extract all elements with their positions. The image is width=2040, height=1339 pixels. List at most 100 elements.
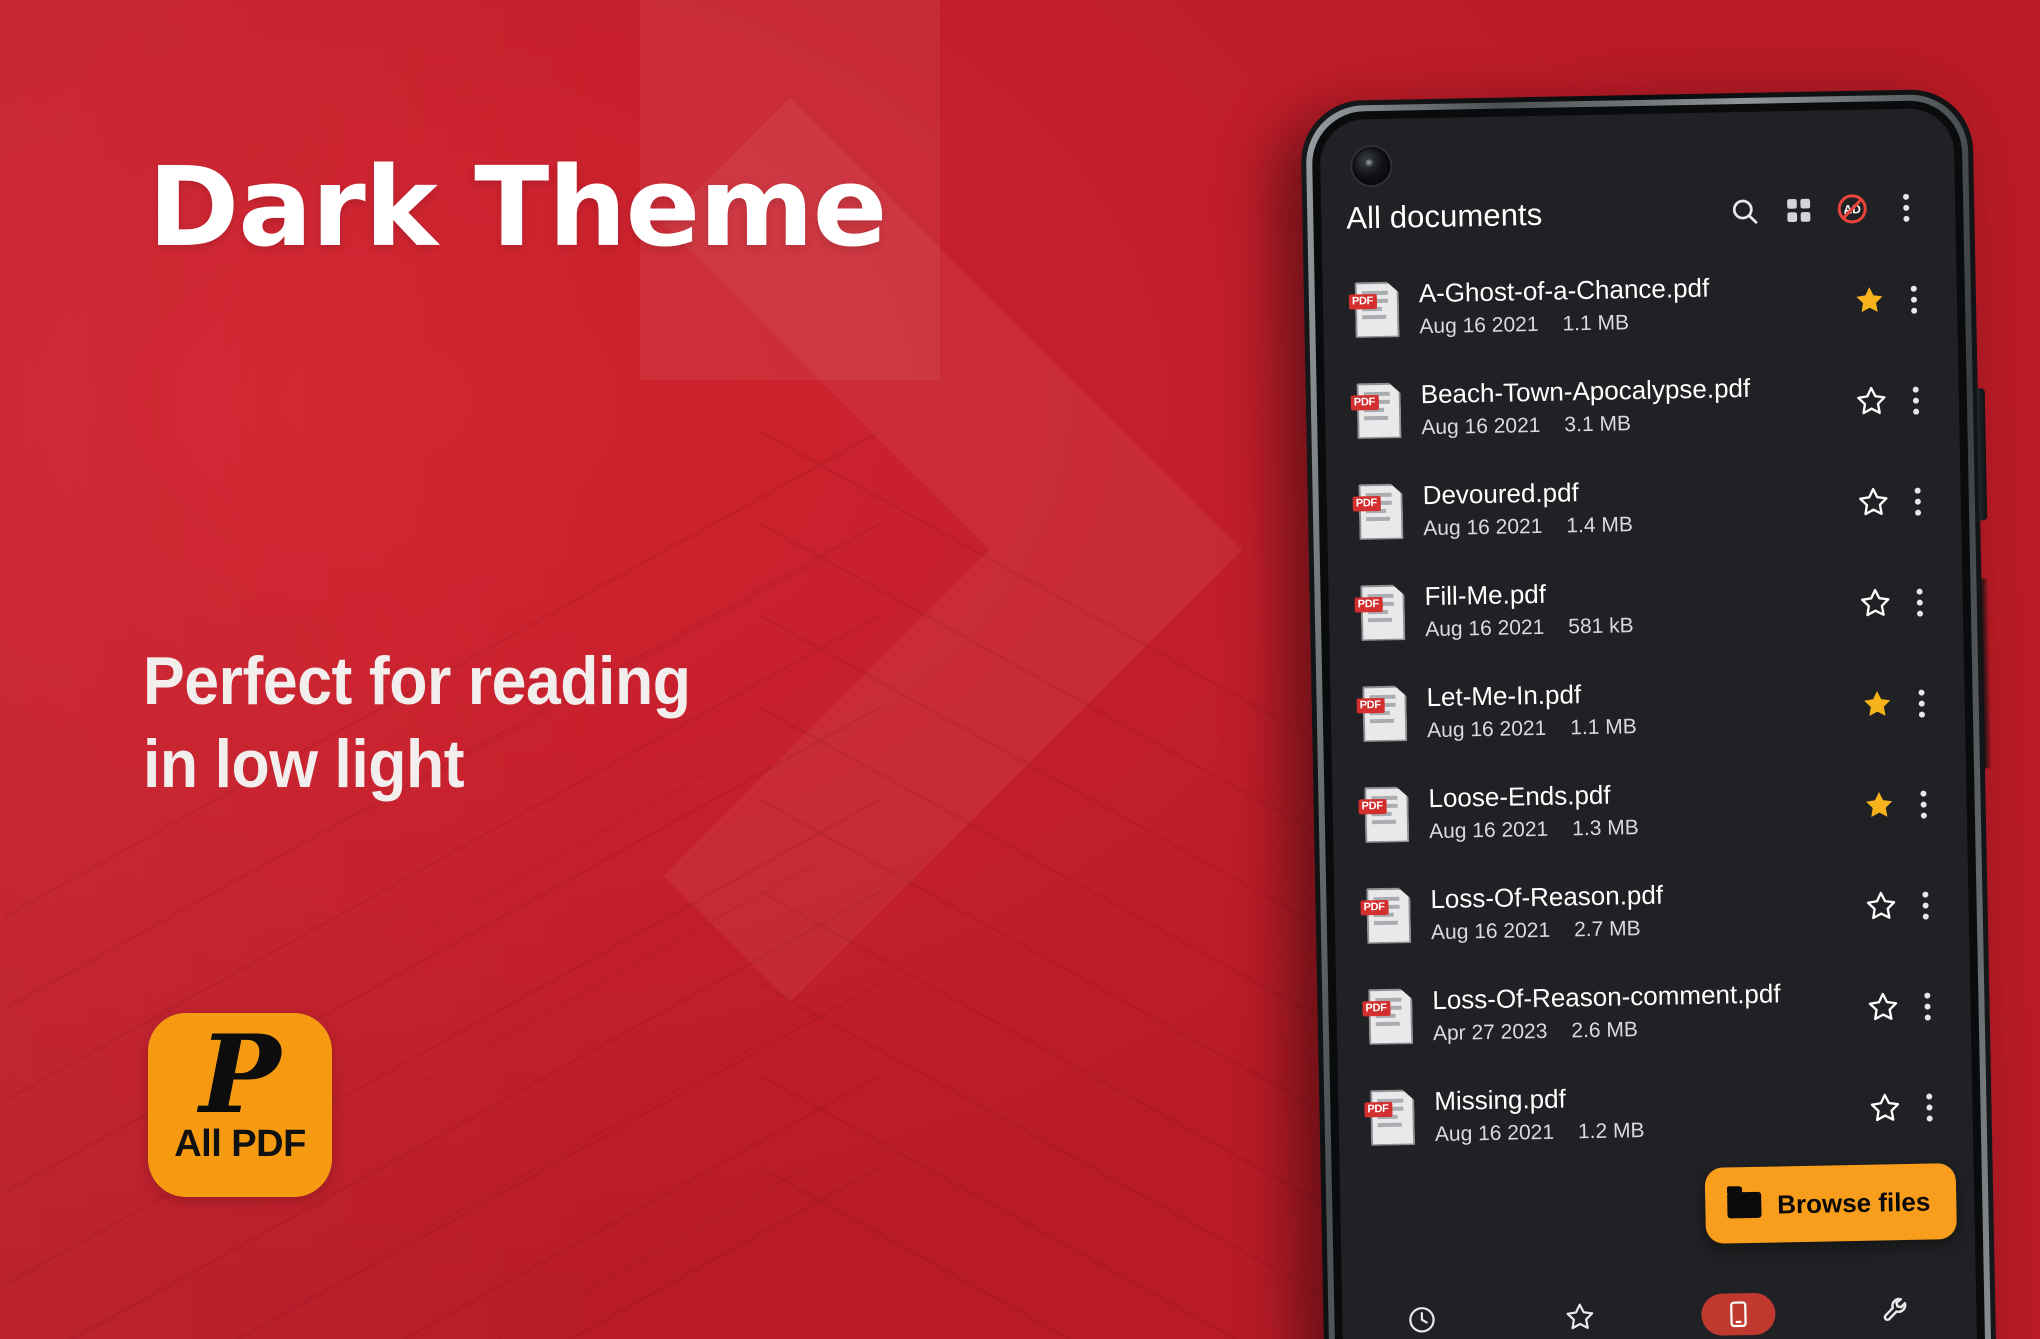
file-name: Devoured.pdf bbox=[1422, 477, 1580, 511]
no-ads-icon[interactable]: AD bbox=[1825, 181, 1880, 236]
folder-icon bbox=[1726, 1191, 1762, 1219]
file-size: 3.1 MB bbox=[1564, 412, 1632, 437]
file-name: Loss-Of-Reason-comment.pdf bbox=[1432, 978, 1781, 1016]
pdf-file-icon: PDF bbox=[1358, 786, 1409, 843]
file-meta: Aug 16 2021 1.1 MB bbox=[1419, 307, 1845, 339]
file-meta: Aug 16 2021 1.4 MB bbox=[1423, 509, 1849, 541]
favorite-star-icon[interactable] bbox=[1858, 990, 1907, 1024]
table-row[interactable]: PDF A-Ghost-of-a-Chance.pdf Aug 16 2021 1.1… bbox=[1322, 248, 1958, 361]
favorite-star-icon[interactable] bbox=[1850, 586, 1899, 620]
file-name: Beach-Town-Apocalypse.pdf bbox=[1420, 373, 1751, 410]
file-info: A-Ghost-of-a-Chance.pdf Aug 16 2021 1.1 MB bbox=[1418, 270, 1845, 339]
file-date: Aug 16 2021 bbox=[1434, 1120, 1555, 1146]
promo-subtitle: Perfect for reading in low light bbox=[143, 640, 691, 806]
favorite-star-icon[interactable] bbox=[1847, 384, 1896, 418]
file-size: 1.3 MB bbox=[1571, 815, 1639, 841]
row-overflow-menu-icon[interactable] bbox=[1904, 891, 1947, 920]
favorite-star-icon[interactable] bbox=[1856, 889, 1905, 923]
file-name: Loss-Of-Reason.pdf bbox=[1430, 879, 1664, 915]
file-info: Beach-Town-Apocalypse.pdf Aug 16 2021 3.1 … bbox=[1420, 371, 1847, 440]
pdf-badge-label: PDF bbox=[1356, 697, 1385, 713]
page-title: All documents bbox=[1345, 196, 1543, 236]
file-size: 2.7 MB bbox=[1573, 916, 1641, 942]
file-date: Aug 16 2021 bbox=[1425, 615, 1545, 642]
table-row[interactable]: PDF Let-Me-In.pdf Aug 16 2021 1.1 MB bbox=[1330, 652, 1966, 765]
file-meta: Aug 16 2021 1.1 MB bbox=[1427, 711, 1853, 743]
file-info: Loss-Of-Reason.pdf Aug 16 2021 2.7 MB bbox=[1430, 876, 1857, 945]
file-date: Aug 16 2021 bbox=[1421, 413, 1541, 440]
row-overflow-menu-icon[interactable] bbox=[1900, 689, 1943, 718]
pdf-file-icon: PDF bbox=[1354, 584, 1405, 641]
file-name: Loose-Ends.pdf bbox=[1428, 779, 1611, 814]
row-overflow-menu-icon[interactable] bbox=[1897, 487, 1940, 516]
table-row[interactable]: PDF Devoured.pdf Aug 16 2021 1.4 MB bbox=[1326, 450, 1962, 563]
nav-item-favorites[interactable]: Favorites bbox=[1500, 1288, 1660, 1339]
clock-icon bbox=[1384, 1298, 1459, 1339]
app-logo-glyph: P bbox=[199, 1012, 281, 1138]
file-info: Missing.pdf Aug 16 2021 1.2 MB bbox=[1434, 1078, 1861, 1147]
file-name: A-Ghost-of-a-Chance.pdf bbox=[1418, 272, 1710, 309]
pdf-file-icon: PDF bbox=[1350, 382, 1401, 439]
grid-view-icon[interactable] bbox=[1771, 182, 1826, 237]
nav-item-pdf-tools[interactable]: PDF tools bbox=[1817, 1282, 1977, 1339]
promo-subtitle-line-2: in low light bbox=[143, 725, 465, 802]
pdf-file-icon: PDF bbox=[1360, 887, 1411, 944]
table-row[interactable]: PDF Beach-Town-Apocalypse.pdf Aug 16 2021 3… bbox=[1324, 349, 1960, 462]
browse-files-label: Browse files bbox=[1776, 1186, 1931, 1219]
search-icon[interactable] bbox=[1717, 183, 1772, 238]
nav-item-device[interactable]: Device bbox=[1659, 1285, 1819, 1339]
row-overflow-menu-icon[interactable] bbox=[1899, 588, 1942, 617]
app-logo-label: All PDF bbox=[174, 1123, 306, 1165]
app-bar: All documents AD bbox=[1321, 172, 1956, 254]
browse-files-button[interactable]: Browse files bbox=[1704, 1163, 1958, 1244]
pdf-badge-label: PDF bbox=[1364, 1101, 1393, 1117]
table-row[interactable]: PDF Loss-Of-Reason-comment.pdf Apr 27 2023… bbox=[1336, 955, 1972, 1068]
file-size: 1.1 MB bbox=[1570, 714, 1637, 740]
favorite-star-icon[interactable] bbox=[1845, 283, 1894, 317]
pdf-badge-label: PDF bbox=[1354, 596, 1383, 612]
file-meta: Aug 16 2021 581 kB bbox=[1425, 610, 1851, 642]
table-row[interactable]: PDF Fill-Me.pdf Aug 16 2021 581 kB bbox=[1328, 551, 1964, 664]
row-overflow-menu-icon[interactable] bbox=[1906, 992, 1949, 1021]
phone-screen: All documents AD bbox=[1319, 107, 1978, 1339]
file-date: Aug 16 2021 bbox=[1419, 312, 1539, 339]
favorite-star-icon[interactable] bbox=[1852, 687, 1901, 721]
row-overflow-menu-icon[interactable] bbox=[1893, 285, 1936, 314]
file-info: Loss-Of-Reason-comment.pdf Apr 27 2023 2.6… bbox=[1432, 977, 1859, 1046]
row-overflow-menu-icon[interactable] bbox=[1908, 1092, 1951, 1122]
file-size: 1.2 MB bbox=[1577, 1118, 1645, 1144]
phone-mockup: All documents AD bbox=[1300, 88, 1997, 1339]
promo-subtitle-line-1: Perfect for reading bbox=[143, 643, 691, 719]
file-info: Loose-Ends.pdf Aug 16 2021 1.3 MB bbox=[1428, 775, 1855, 844]
nav-item-recents[interactable]: Recents bbox=[1342, 1291, 1502, 1339]
table-row[interactable]: PDF Loss-Of-Reason.pdf Aug 16 2021 2.7 MB bbox=[1334, 854, 1970, 967]
wrench-icon bbox=[1860, 1289, 1935, 1332]
favorite-star-icon[interactable] bbox=[1849, 485, 1898, 519]
overflow-dots bbox=[1902, 193, 1910, 222]
file-date: Aug 16 2021 bbox=[1426, 716, 1547, 742]
row-overflow-menu-icon[interactable] bbox=[1902, 790, 1945, 819]
pdf-badge-label: PDF bbox=[1362, 1000, 1391, 1016]
file-name: Missing.pdf bbox=[1433, 1083, 1567, 1117]
pdf-badge-label: PDF bbox=[1360, 899, 1389, 915]
file-meta: Aug 16 2021 1.3 MB bbox=[1429, 812, 1855, 844]
overflow-menu-icon[interactable] bbox=[1879, 180, 1934, 235]
file-info: Devoured.pdf Aug 16 2021 1.4 MB bbox=[1422, 472, 1849, 541]
pdf-badge-label: PDF bbox=[1350, 394, 1380, 411]
favorite-star-icon[interactable] bbox=[1860, 1091, 1909, 1125]
pdf-badge-label: PDF bbox=[1358, 798, 1387, 814]
pdf-file-icon: PDF bbox=[1348, 281, 1400, 338]
favorite-star-icon[interactable] bbox=[1854, 788, 1903, 822]
bottom-navigation[interactable]: RecentsFavoritesDevicePDF tools bbox=[1341, 1262, 1978, 1339]
table-row[interactable]: PDF Missing.pdf Aug 16 2021 1.2 MB bbox=[1338, 1056, 1974, 1169]
pdf-file-icon: PDF bbox=[1352, 483, 1403, 540]
pdf-file-icon: PDF bbox=[1356, 685, 1407, 742]
row-overflow-menu-icon[interactable] bbox=[1895, 386, 1938, 415]
file-meta: Apr 27 2023 2.6 MB bbox=[1433, 1014, 1859, 1046]
file-size: 581 kB bbox=[1568, 614, 1634, 639]
file-meta: Aug 16 2021 2.7 MB bbox=[1431, 913, 1857, 945]
app-logo: P All PDF bbox=[148, 1013, 332, 1197]
file-date: Aug 16 2021 bbox=[1423, 514, 1543, 541]
table-row[interactable]: PDF Loose-Ends.pdf Aug 16 2021 1.3 MB bbox=[1332, 753, 1968, 866]
file-date: Aug 16 2021 bbox=[1430, 918, 1551, 944]
